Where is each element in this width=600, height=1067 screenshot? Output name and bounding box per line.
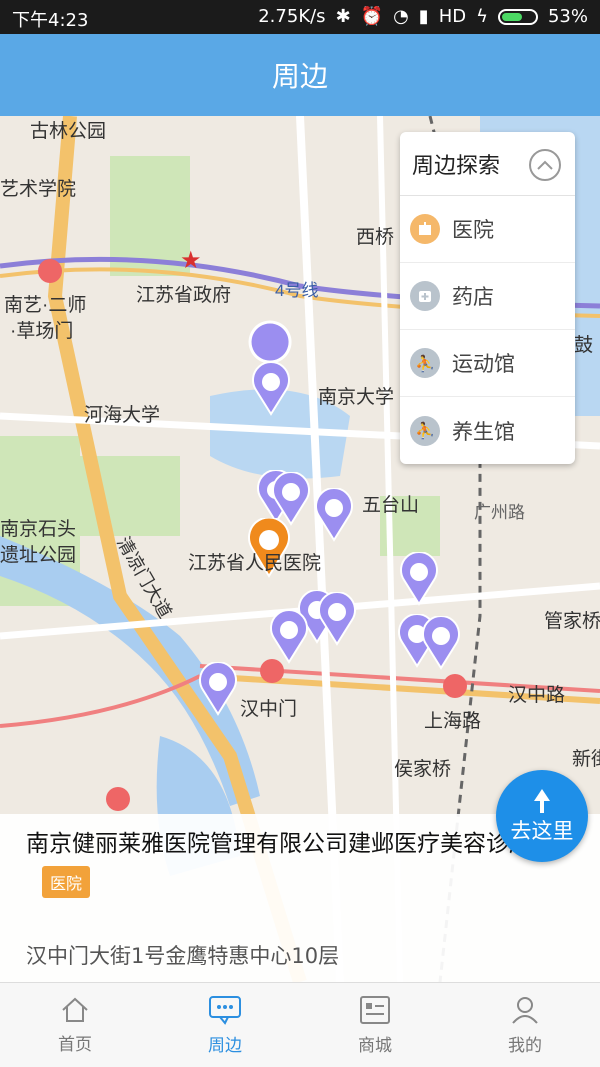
map-marker[interactable] <box>313 488 355 542</box>
go-here-button[interactable]: 去这里 <box>496 770 588 862</box>
map-label: 汉中门 <box>240 699 298 720</box>
mall-icon <box>360 995 390 1024</box>
map-label: 管家桥 <box>544 611 600 632</box>
home-icon <box>62 997 88 1022</box>
bluetooth-icon: ✱ <box>335 6 351 27</box>
map-marker[interactable] <box>316 592 358 646</box>
hospital-icon <box>410 214 440 244</box>
hd-label: HD <box>438 6 467 27</box>
map-label: 侯家桥 <box>394 759 452 780</box>
explore-item-label: 药店 <box>452 285 494 309</box>
explore-item-wellness[interactable]: ⛹ 养生馆 <box>400 397 575 464</box>
map-label: 南艺·二师 <box>4 295 87 316</box>
nav-label: 周边 <box>208 1035 242 1056</box>
nav-item-nearby[interactable]: 周边 <box>150 983 300 1067</box>
signal-icon: ▮ <box>418 6 429 27</box>
nav-item-home[interactable]: 首页 <box>0 983 150 1067</box>
charging-icon: ϟ <box>476 6 488 27</box>
map-marker[interactable] <box>197 662 239 716</box>
place-address: 汉中门大街1号金鹰特惠中心10层 <box>26 944 340 968</box>
nav-label: 商城 <box>358 1035 392 1056</box>
chevron-up-icon[interactable] <box>529 149 561 181</box>
bottom-nav: 首页 周边 商城 我的 <box>0 982 600 1067</box>
wifi-icon: ◔ <box>393 6 409 27</box>
map-label: 古林公园 <box>30 121 107 142</box>
map-label: 五台山 <box>362 495 420 516</box>
explore-header[interactable]: 周边探索 <box>400 132 575 196</box>
explore-item-label: 医院 <box>452 218 494 242</box>
map-label: 新街 <box>572 749 600 770</box>
explore-item-sports[interactable]: ⛹ 运动馆 <box>400 330 575 397</box>
explore-item-label: 运动馆 <box>452 352 515 376</box>
place-name: 南京健丽莱雅医院管理有限公司建邺医疗美容诊所 <box>26 831 532 857</box>
status-right: 2.75K/s ✱ ⏰ ◔ ▮ HD ϟ 53% <box>258 6 588 27</box>
pharmacy-icon <box>410 281 440 311</box>
map-label: 4号线 <box>275 281 319 300</box>
map-marker[interactable] <box>398 552 440 606</box>
battery-percent: 53% <box>547 6 588 27</box>
map-label: 鼓 <box>574 335 594 356</box>
explore-item-pharmacy[interactable]: 药店 <box>400 263 575 330</box>
explore-item-label: 养生馆 <box>452 419 515 444</box>
status-time: 下午4:23 <box>12 10 89 31</box>
map-label: 汉中路 <box>508 685 566 706</box>
svg-text:★: ★ <box>180 246 202 274</box>
nearby-chat-icon <box>209 995 241 1025</box>
alarm-icon: ⏰ <box>360 6 384 27</box>
user-icon <box>512 996 538 1024</box>
network-speed: 2.75K/s <box>258 6 326 27</box>
map-label: 西桥 <box>356 227 395 248</box>
map-label: 南京石头 <box>0 519 77 540</box>
map-label: 广州路 <box>474 503 525 522</box>
page-title: 周边 <box>271 60 328 93</box>
map-label: 江苏省人民医院 <box>188 553 322 574</box>
map-marker[interactable] <box>420 616 462 670</box>
map-label: 遗址公园 <box>0 545 77 566</box>
map-label: 艺术学院 <box>0 179 77 200</box>
go-here-label: 去这里 <box>510 819 574 843</box>
explore-item-hospital[interactable]: 医院 <box>400 196 575 263</box>
app-header: 周边 <box>0 34 600 116</box>
map-label: 上海路 <box>424 711 482 732</box>
wellness-icon: ⛹ <box>410 415 440 446</box>
nearby-explore-panel: 周边探索 医院 药店 ⛹ 运动馆 ⛹ 养生馆 <box>400 132 575 464</box>
nav-label: 首页 <box>58 1034 92 1055</box>
nav-label: 我的 <box>508 1035 542 1056</box>
map-marker[interactable] <box>268 610 310 664</box>
place-category-badge: 医院 <box>42 866 91 898</box>
battery-icon <box>497 8 538 25</box>
map-label: 江苏省政府 <box>136 285 232 306</box>
map-label: 南京大学 <box>318 387 395 408</box>
explore-title: 周边探索 <box>412 153 501 179</box>
map-label: 河海大学 <box>84 405 161 426</box>
map-marker[interactable] <box>250 362 292 416</box>
navigate-arrow-icon <box>534 789 550 813</box>
nav-item-profile[interactable]: 我的 <box>450 983 600 1067</box>
nav-item-mall[interactable]: 商城 <box>300 983 450 1067</box>
status-bar: 下午4:23 2.75K/s ✱ ⏰ ◔ ▮ HD ϟ 53% <box>0 0 600 34</box>
sports-icon: ⛹ <box>410 348 440 378</box>
map-label: ·草场门 <box>10 321 74 342</box>
